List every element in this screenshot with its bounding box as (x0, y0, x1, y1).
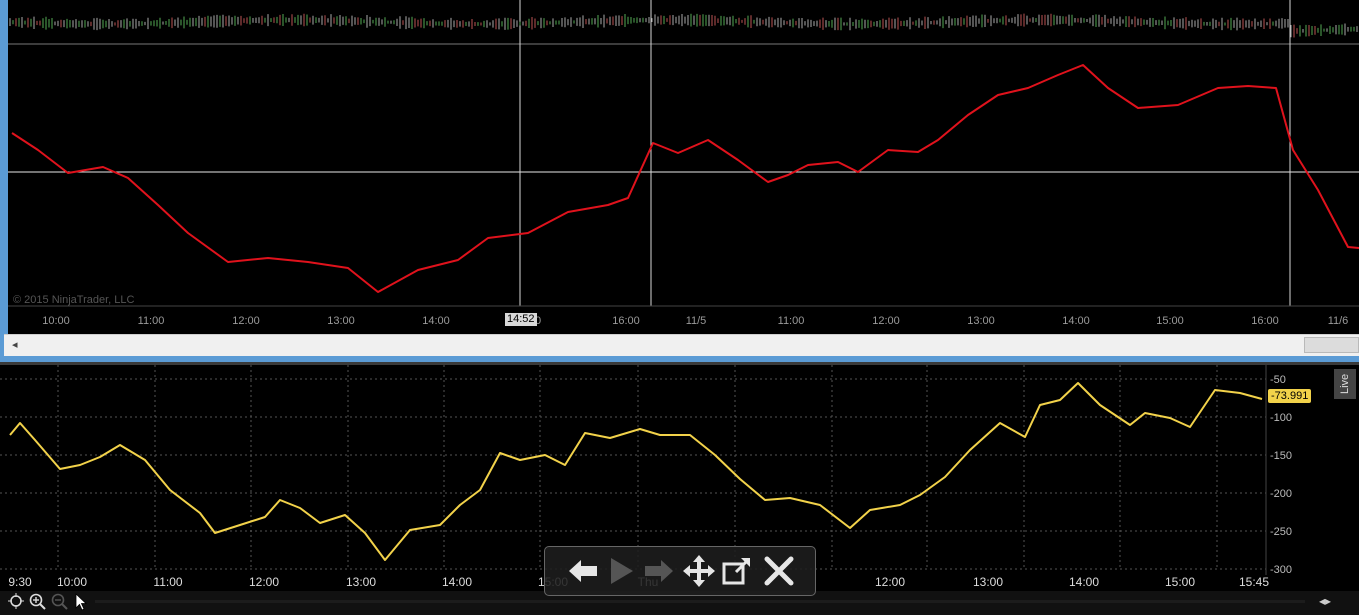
x-tick-label: 13:00 (327, 315, 355, 327)
chart-nav-overlay (544, 546, 816, 596)
x-tick-label: 14:00 (1069, 575, 1099, 589)
x-tick-label: 15:00 (1165, 575, 1195, 589)
zoom-out-icon[interactable] (51, 593, 69, 615)
x-tick-label: 12:00 (249, 575, 279, 589)
x-tick-label: 15:00 (1156, 315, 1184, 327)
x-tick-label: 16:00 (1251, 315, 1279, 327)
pointer-icon[interactable] (74, 593, 88, 615)
popout-icon[interactable] (719, 553, 755, 589)
x-tick-label: 10:00 (42, 315, 70, 327)
x-tick-label: 11:00 (778, 315, 805, 327)
forward-arrow-icon[interactable] (641, 553, 677, 589)
ninjatrader-chart-window: 10:00 11:00 12:00 13:00 14:00 0 16:00 11/5 11:00… (0, 0, 1359, 362)
y-tick-label: -50 (1270, 374, 1286, 386)
play-icon[interactable] (603, 553, 639, 589)
x-tick-label: 9:30 (8, 575, 32, 589)
grid (0, 365, 1266, 570)
close-icon[interactable] (761, 553, 797, 589)
move-icon[interactable] (681, 553, 717, 589)
x-tick-label: 13:00 (973, 575, 1003, 589)
horizontal-scrollbar[interactable]: ◂ (4, 334, 1359, 356)
y-tick-label: -250 (1270, 526, 1292, 538)
x-tick-label: 11:00 (138, 315, 165, 327)
bottom-scroll-track[interactable] (95, 600, 1305, 603)
y-tick-label: -100 (1270, 412, 1292, 424)
x-tick-label: 14:00 (442, 575, 472, 589)
zoom-in-icon[interactable] (29, 593, 47, 615)
x-tick-label: 13:00 (346, 575, 376, 589)
scroll-thumb[interactable] (1304, 337, 1359, 353)
x-tick-label: 12:00 (872, 315, 900, 327)
copyright-text: © 2015 NinjaTrader, LLC (13, 294, 135, 306)
x-tick-label: 12:00 (232, 315, 260, 327)
indicator-line (9, 382, 1263, 561)
x-tick-label: 16:00 (612, 315, 640, 327)
price-chart-panel[interactable]: 10:00 11:00 12:00 13:00 14:00 0 16:00 11/5 11:00… (8, 0, 1359, 334)
back-arrow-icon[interactable] (565, 553, 601, 589)
mini-candle-strip (9, 13, 1358, 38)
current-value-tag: -73.991 (1268, 389, 1312, 403)
x-tick-label: 11/5 (686, 315, 707, 327)
y-tick-label: -150 (1270, 450, 1292, 462)
price-chart-svg: 10:00 11:00 12:00 13:00 14:00 0 16:00 11/5 11:00… (8, 0, 1359, 327)
x-tick-label: 13:00 (967, 315, 995, 327)
scroll-left-arrow-icon[interactable]: ◂ (12, 338, 18, 351)
x-tick-label: 14:00 (422, 315, 450, 327)
x-tick-label: 15:45 (1239, 575, 1269, 589)
cursor-time-label: 14:52 (505, 313, 537, 326)
y-tick-label: -200 (1270, 488, 1292, 500)
live-tab[interactable]: Live (1334, 369, 1356, 399)
crosshair-icon[interactable] (8, 593, 24, 614)
x-tick-label: 12:00 (875, 575, 905, 589)
x-tick-label: 11:00 (153, 575, 182, 589)
x-tick-label: 11/6 (1328, 315, 1349, 327)
y-tick-label: -300 (1270, 564, 1292, 576)
x-tick-label: 14:00 (1062, 315, 1090, 327)
x-tick-label: 10:00 (57, 575, 87, 589)
app-root: 10:00 11:00 12:00 13:00 14:00 0 16:00 11/5 11:00… (0, 0, 1359, 615)
price-line (11, 64, 1359, 293)
scroll-arrows-icon[interactable]: ◂▸ (1319, 594, 1331, 608)
